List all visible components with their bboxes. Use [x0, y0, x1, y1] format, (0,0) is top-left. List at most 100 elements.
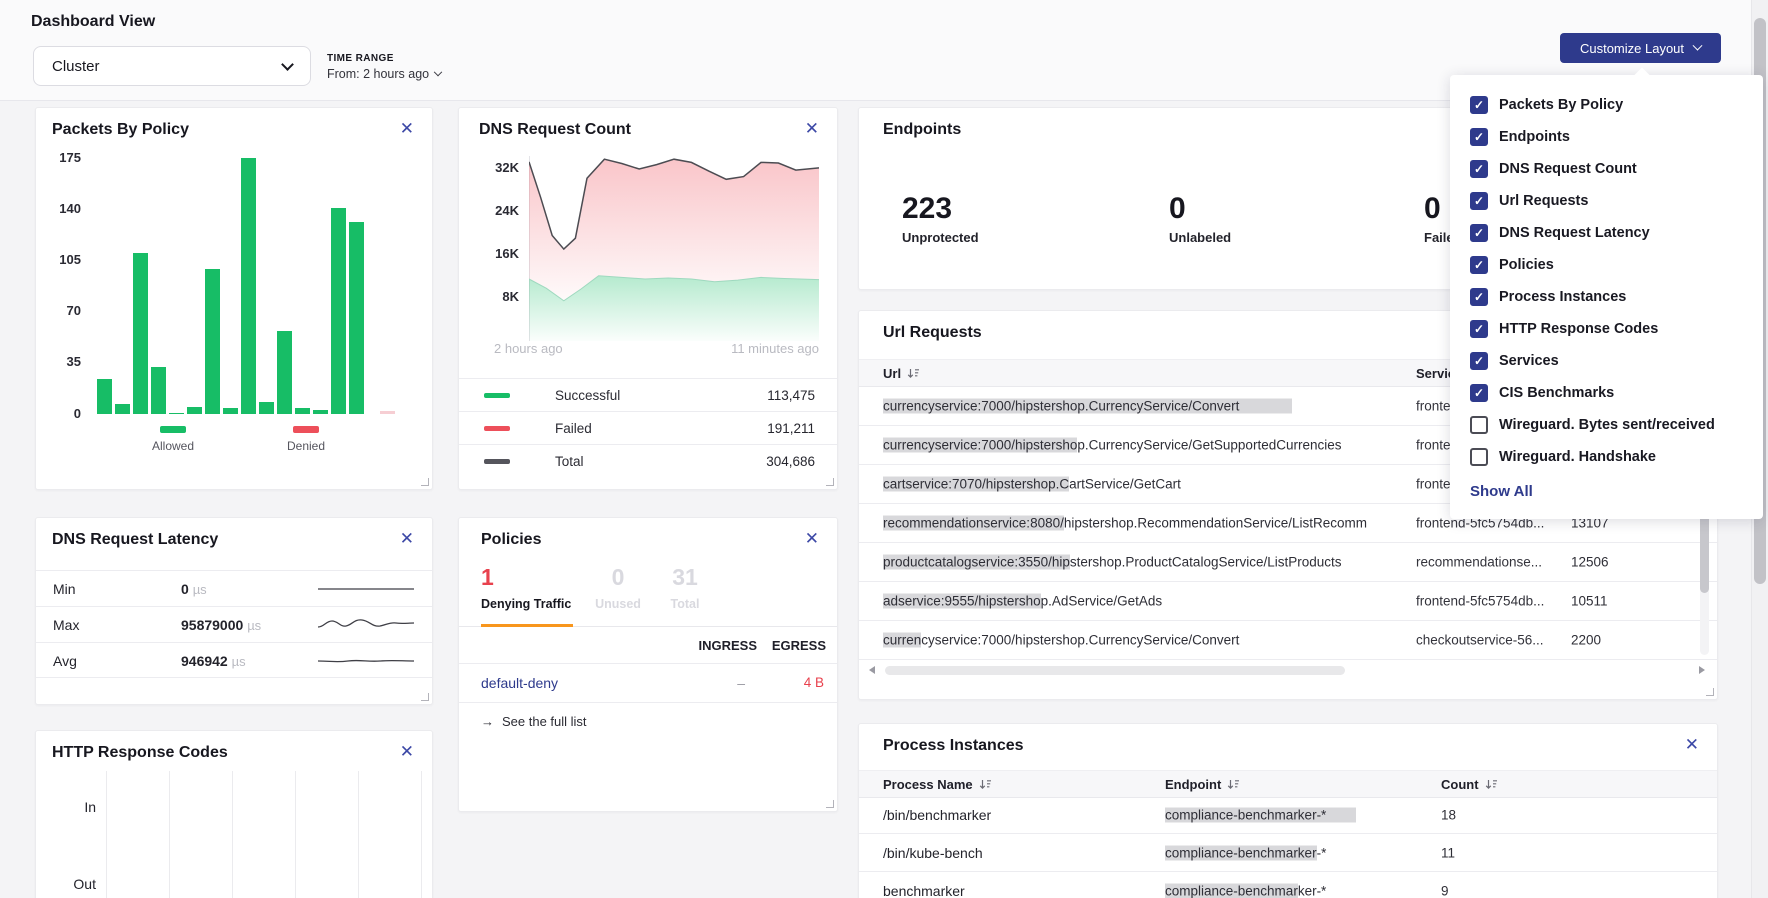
- sort-icon[interactable]: [907, 368, 920, 379]
- see-full-list-link[interactable]: → See the full list: [481, 714, 587, 729]
- checkbox[interactable]: ✓: [1470, 448, 1488, 466]
- card-title: DNS Request Latency: [52, 531, 218, 549]
- url-highlight: productcatalogservice:3550/hip: [883, 555, 1070, 570]
- url-request-row[interactable]: productcatalogservice:3550/hipstershop.P…: [859, 543, 1717, 582]
- chevron-down-icon: [1693, 40, 1703, 50]
- close-icon[interactable]: ✕: [805, 120, 819, 137]
- customize-menu-item[interactable]: ✓ Policies: [1450, 249, 1763, 281]
- bar-allowed[interactable]: [331, 208, 346, 414]
- page-title: Dashboard View: [31, 13, 155, 31]
- checkbox[interactable]: ✓: [1470, 192, 1488, 210]
- resize-handle-icon[interactable]: [826, 800, 834, 808]
- customize-menu-item[interactable]: ✓ HTTP Response Codes: [1450, 313, 1763, 345]
- sort-icon[interactable]: [1227, 779, 1240, 790]
- customize-menu-item[interactable]: ✓ Services: [1450, 345, 1763, 377]
- time-range-from[interactable]: From: 2 hours ago: [327, 67, 441, 81]
- checkbox[interactable]: ✓: [1470, 352, 1488, 370]
- menu-item-label: Packets By Policy: [1499, 97, 1623, 113]
- customize-menu-item[interactable]: ✓ Endpoints: [1450, 121, 1763, 153]
- bar-allowed[interactable]: [169, 413, 184, 415]
- scroll-left-icon[interactable]: [869, 666, 875, 674]
- policy-row[interactable]: default-deny – 4 B: [459, 665, 837, 703]
- customize-menu-item[interactable]: ✓ Url Requests: [1450, 185, 1763, 217]
- checkbox[interactable]: ✓: [1470, 288, 1488, 306]
- checkbox[interactable]: ✓: [1470, 128, 1488, 146]
- bar-allowed[interactable]: [277, 331, 292, 414]
- table-horizontal-scrollbar[interactable]: [869, 664, 1691, 677]
- policy-name-link[interactable]: default-deny: [481, 675, 558, 691]
- card-title: Url Requests: [883, 324, 982, 342]
- count-cell: 12506: [1571, 555, 1609, 570]
- close-icon[interactable]: ✕: [400, 120, 414, 137]
- legend-value: 191,211: [767, 421, 815, 436]
- sort-icon[interactable]: [1485, 779, 1498, 790]
- checkbox[interactable]: ✓: [1470, 224, 1488, 242]
- tab-unused[interactable]: 0 Unused: [587, 564, 649, 611]
- resize-handle-icon[interactable]: [1706, 688, 1714, 696]
- process-instance-row[interactable]: /bin/kube-bench compliance-benchmarker-*…: [859, 834, 1717, 872]
- scrollbar-thumb[interactable]: [885, 666, 1345, 675]
- customize-menu-item[interactable]: ✓ DNS Request Latency: [1450, 217, 1763, 249]
- process-name-cell: /bin/kube-bench: [883, 845, 1153, 861]
- tab-total[interactable]: 31 Total: [659, 564, 711, 611]
- bar-allowed[interactable]: [313, 410, 328, 414]
- count-cell: 10511: [1571, 594, 1608, 609]
- bar-allowed[interactable]: [241, 158, 256, 414]
- check-icon: ✓: [1474, 195, 1484, 207]
- checkbox[interactable]: ✓: [1470, 320, 1488, 338]
- tab-denying-traffic[interactable]: 1 Denying Traffic: [481, 564, 571, 611]
- process-instance-row[interactable]: /bin/benchmarker compliance-benchmarker-…: [859, 796, 1717, 834]
- gridline: [169, 771, 170, 898]
- checkbox[interactable]: ✓: [1470, 160, 1488, 178]
- resize-handle-icon[interactable]: [826, 478, 834, 486]
- latency-label: Avg: [53, 653, 77, 669]
- checkbox[interactable]: ✓: [1470, 384, 1488, 402]
- checkbox[interactable]: ✓: [1470, 96, 1488, 114]
- checkbox[interactable]: ✓: [1470, 416, 1488, 434]
- bar-denied[interactable]: [380, 411, 395, 414]
- bar-allowed[interactable]: [259, 402, 274, 414]
- bar-allowed[interactable]: [187, 407, 202, 414]
- close-icon[interactable]: ✕: [805, 530, 819, 547]
- customize-menu-item[interactable]: ✓ Process Instances: [1450, 281, 1763, 313]
- resize-handle-icon[interactable]: [421, 693, 429, 701]
- url-request-row[interactable]: adservice:9555/hipstershop.AdService/Get…: [859, 582, 1717, 621]
- show-all-link[interactable]: Show All: [1470, 483, 1533, 500]
- resize-handle-icon[interactable]: [421, 478, 429, 486]
- view-select[interactable]: Cluster: [33, 46, 311, 86]
- process-instance-row[interactable]: benchmarker compliance-benchmarker-* 9: [859, 872, 1717, 898]
- url-request-row[interactable]: currencyservice:7000/hipstershop.Currenc…: [859, 621, 1717, 660]
- column-header-process-name[interactable]: Process Name: [883, 777, 992, 792]
- close-icon[interactable]: ✕: [400, 743, 414, 760]
- customize-layout-button[interactable]: Customize Layout: [1560, 33, 1721, 63]
- customize-menu-item[interactable]: ✓ Wireguard. Handshake: [1450, 441, 1763, 473]
- scroll-right-icon[interactable]: [1699, 666, 1705, 674]
- gridline: [295, 771, 296, 898]
- bar-allowed[interactable]: [223, 408, 238, 414]
- latency-unit: µs: [193, 582, 207, 597]
- column-header-count[interactable]: Count: [1441, 777, 1498, 792]
- close-icon[interactable]: ✕: [400, 530, 414, 547]
- y-tick: 24K: [459, 203, 519, 218]
- close-icon[interactable]: ✕: [1685, 736, 1699, 753]
- bar-allowed[interactable]: [115, 404, 130, 414]
- check-icon: ✓: [1474, 163, 1484, 175]
- tab-label: Unused: [587, 597, 649, 611]
- bar-allowed[interactable]: [295, 408, 310, 414]
- sort-icon[interactable]: [979, 779, 992, 790]
- customize-menu-item[interactable]: ✓ CIS Benchmarks: [1450, 377, 1763, 409]
- url-highlight: currencyservice:7000/hipstersho: [883, 438, 1077, 453]
- bar-allowed[interactable]: [133, 253, 148, 414]
- customize-menu-item[interactable]: ✓ DNS Request Count: [1450, 153, 1763, 185]
- customize-menu-item[interactable]: ✓ Wireguard. Bytes sent/received: [1450, 409, 1763, 441]
- customize-menu-item[interactable]: ✓ Packets By Policy: [1450, 89, 1763, 121]
- bar-allowed[interactable]: [97, 379, 112, 414]
- checkbox[interactable]: ✓: [1470, 256, 1488, 274]
- count-cell: 9: [1441, 883, 1449, 898]
- bar-allowed[interactable]: [205, 269, 220, 414]
- bar-allowed[interactable]: [349, 222, 364, 414]
- column-header-endpoint[interactable]: Endpoint: [1165, 777, 1240, 792]
- service-cell: frontend-5fc5754db...: [1416, 594, 1566, 609]
- bar-allowed[interactable]: [151, 367, 166, 414]
- column-header-url[interactable]: Url: [883, 366, 920, 381]
